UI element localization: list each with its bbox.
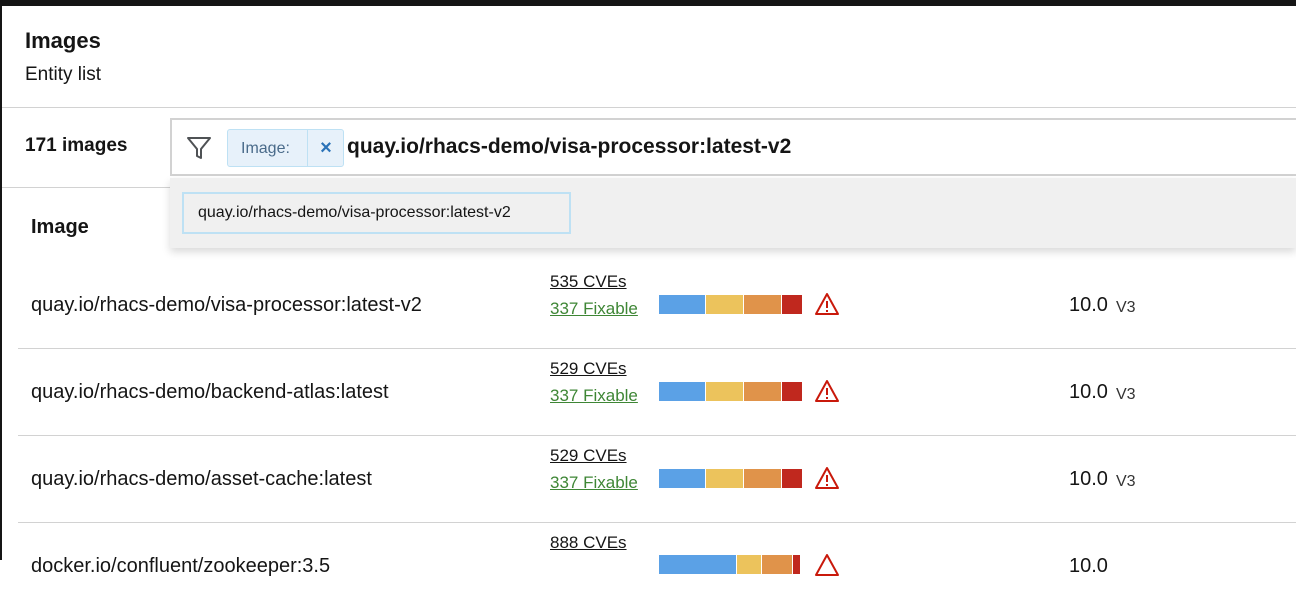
- severity-low: [659, 382, 705, 401]
- search-dropdown: quay.io/rhacs-demo/visa-processor:latest…: [170, 178, 1296, 248]
- page-title: Images: [25, 28, 101, 53]
- cvss-version: V3: [1116, 473, 1136, 490]
- cvss-version: V3: [1116, 386, 1136, 403]
- cvss-score: 10.0: [1069, 468, 1108, 490]
- chip-divider: [307, 130, 308, 166]
- cve-count-link[interactable]: 529 CVEs: [550, 359, 627, 379]
- filter-chip-label: Image:: [241, 140, 290, 157]
- page-header: Images Entity list: [2, 6, 1296, 108]
- warning-icon: [815, 380, 839, 402]
- image-name[interactable]: quay.io/rhacs-demo/backend-atlas:latest: [31, 381, 389, 404]
- severity-moderate: [706, 382, 743, 401]
- image-count: 171 images: [25, 135, 128, 156]
- table-row[interactable]: quay.io/rhacs-demo/visa-processor:latest…: [18, 262, 1296, 349]
- severity-moderate: [737, 555, 761, 574]
- severity-critical: [782, 469, 802, 488]
- search-suggestion[interactable]: quay.io/rhacs-demo/visa-processor:latest…: [182, 192, 571, 234]
- fixable-count-link[interactable]: 337 Fixable: [550, 386, 638, 406]
- image-name[interactable]: docker.io/confluent/zookeeper:3.5: [31, 555, 330, 578]
- warning-icon: [815, 554, 839, 576]
- severity-important: [744, 469, 781, 488]
- cvss-score: 10.0: [1069, 381, 1108, 403]
- fixable-count-link[interactable]: 337 Fixable: [550, 473, 638, 493]
- severity-critical: [782, 382, 802, 401]
- fixable-count-link[interactable]: 337 Fixable: [550, 299, 638, 319]
- severity-low: [659, 469, 705, 488]
- cvss-score: 10.0: [1069, 555, 1108, 577]
- table-row[interactable]: docker.io/confluent/zookeeper:3.5 888 CV…: [18, 523, 1296, 610]
- cvss-score: 10.0: [1069, 294, 1108, 316]
- column-header-image[interactable]: Image: [31, 216, 89, 239]
- severity-critical: [793, 555, 800, 574]
- search-input[interactable]: Image: × quay.io/rhacs-demo/visa-process…: [170, 118, 1296, 176]
- severity-low: [659, 555, 736, 574]
- filter-chip: Image: ×: [227, 129, 344, 167]
- warning-icon: [815, 293, 839, 315]
- cvss-version: V3: [1116, 299, 1136, 316]
- search-value: quay.io/rhacs-demo/visa-processor:latest…: [347, 135, 792, 158]
- close-icon[interactable]: ×: [309, 130, 343, 166]
- warning-icon: [815, 467, 839, 489]
- severity-important: [744, 295, 781, 314]
- cve-count-link[interactable]: 888 CVEs: [550, 533, 627, 553]
- toolbar: 171 images Image: × quay.io/rhacs-demo/v…: [2, 108, 1296, 188]
- filter-icon: [187, 137, 211, 159]
- severity-low: [659, 295, 705, 314]
- severity-bar: [659, 295, 803, 314]
- image-name[interactable]: quay.io/rhacs-demo/visa-processor:latest…: [31, 294, 422, 317]
- severity-moderate: [706, 295, 743, 314]
- severity-important: [744, 382, 781, 401]
- severity-critical: [782, 295, 802, 314]
- table-row[interactable]: quay.io/rhacs-demo/asset-cache:latest 52…: [18, 436, 1296, 523]
- page-subtitle: Entity list: [25, 64, 102, 85]
- cve-count-link[interactable]: 529 CVEs: [550, 446, 627, 466]
- table-row[interactable]: quay.io/rhacs-demo/backend-atlas:latest …: [18, 349, 1296, 436]
- severity-important: [762, 555, 792, 574]
- severity-bar: [659, 469, 803, 488]
- cve-count-link[interactable]: 535 CVEs: [550, 272, 627, 292]
- severity-bar: [659, 555, 801, 574]
- severity-bar: [659, 382, 803, 401]
- severity-moderate: [706, 469, 743, 488]
- image-name[interactable]: quay.io/rhacs-demo/asset-cache:latest: [31, 468, 372, 491]
